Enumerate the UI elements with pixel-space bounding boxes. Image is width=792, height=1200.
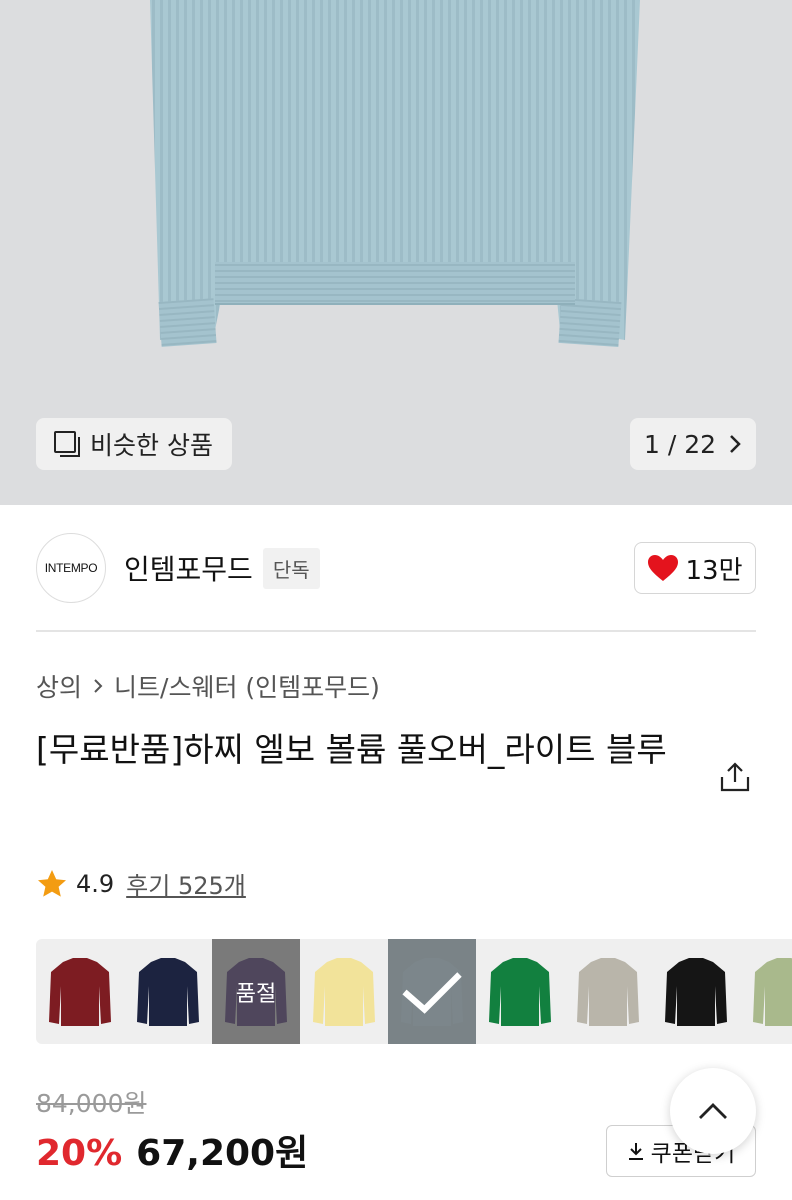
color-option[interactable]: [300, 939, 388, 1044]
brand-name[interactable]: 인템포무드: [124, 548, 253, 588]
color-option[interactable]: [36, 939, 124, 1044]
breadcrumb-subcategory[interactable]: 니트/스웨터 (인템포무드): [114, 668, 380, 704]
like-count: 13만: [685, 555, 743, 586]
chevron-right-icon: [94, 679, 103, 693]
exclusive-badge: 단독: [262, 547, 320, 589]
soldout-label: 품절: [235, 981, 277, 1007]
brand-logo[interactable]: INTEMPO: [36, 533, 106, 603]
download-icon: [628, 1143, 643, 1160]
rating-value: 4.9: [76, 869, 115, 898]
color-option[interactable]: [476, 939, 564, 1044]
sweater-thumbnail: [49, 957, 111, 1026]
breadcrumb: 상의 니트/스웨터 (인템포무드): [36, 668, 380, 704]
reviews-link[interactable]: 후기 525개: [126, 866, 246, 901]
color-option[interactable]: [564, 939, 652, 1044]
sale-price: 67,200원: [136, 1133, 309, 1174]
sweater-thumbnail: [313, 957, 375, 1026]
product-image-gallery[interactable]: 비슷한 상품 1 / 22: [0, 0, 792, 505]
discount-rate: 20%: [36, 1133, 123, 1174]
color-options: 품절: [36, 939, 792, 1044]
rating-row: 4.9 후기 525개: [36, 866, 246, 901]
sweater-thumbnail: [489, 957, 551, 1026]
share-icon[interactable]: [718, 760, 752, 794]
color-option[interactable]: [740, 939, 792, 1044]
color-option-soldout[interactable]: 품절: [212, 939, 300, 1044]
sale-price-row: 20% 67,200원: [36, 1124, 308, 1176]
similar-products-label: 비슷한 상품: [90, 431, 213, 460]
divider: [36, 630, 756, 632]
original-price: 84,000원: [36, 1089, 147, 1118]
scroll-to-top-button[interactable]: [670, 1068, 756, 1154]
breadcrumb-category[interactable]: 상의: [36, 668, 82, 704]
like-button[interactable]: 13만: [634, 542, 756, 594]
selected-overlay: [388, 939, 476, 1044]
sweater-thumbnail: [753, 957, 792, 1026]
check-icon: [402, 971, 462, 1014]
sweater-thumbnail: [665, 957, 727, 1026]
heart-icon: [648, 555, 679, 581]
similar-products-button[interactable]: 비슷한 상품: [36, 418, 232, 470]
soldout-overlay: 품절: [212, 939, 300, 1044]
chevron-up-icon: [699, 1103, 727, 1119]
brand-row: INTEMPO 인템포무드 단독 13만: [36, 532, 756, 604]
brand-logo-text: INTEMPO: [44, 561, 98, 575]
sweater-thumbnail: [577, 957, 639, 1026]
color-option-selected[interactable]: [388, 939, 476, 1044]
color-option[interactable]: [652, 939, 740, 1044]
star-icon: [38, 869, 66, 897]
product-title: [무료반품]하찌 엘보 볼륨 풀오버_라이트 블루: [36, 730, 667, 769]
color-option[interactable]: [124, 939, 212, 1044]
image-pager-count: 1 / 22: [643, 429, 717, 459]
image-pager-button[interactable]: 1 / 22: [630, 418, 756, 470]
similar-products-icon: [54, 431, 80, 457]
chevron-right-icon: [730, 435, 741, 453]
sweater-thumbnail: [137, 957, 199, 1026]
